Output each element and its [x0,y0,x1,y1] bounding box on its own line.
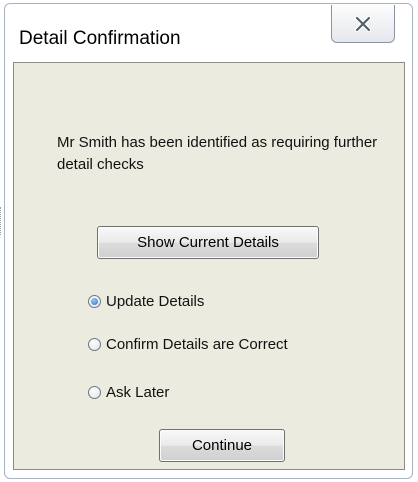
radio-confirm-details[interactable]: Confirm Details are Correct [88,334,288,354]
continue-button[interactable]: Continue [159,429,285,462]
dialog-window: Detail Confirmation Mr Smith has been id… [4,3,413,479]
radio-button-icon[interactable] [88,385,101,399]
show-current-details-button[interactable]: Show Current Details [97,226,319,259]
dialog-content: Mr Smith has been identified as requirin… [13,62,405,470]
radio-label: Update Details [106,292,205,310]
radio-selected-dot [91,297,98,305]
radio-label: Ask Later [106,383,170,401]
close-x-icon [354,15,372,32]
message-text: Mr Smith has been identified as requirin… [57,134,378,173]
radio-button-icon[interactable] [88,337,101,351]
radio-label: Confirm Details are Correct [106,335,288,353]
close-button[interactable] [331,5,395,43]
window-title: Detail Confirmation [19,28,181,49]
radio-update-details[interactable]: Update Details [88,291,204,311]
radio-ask-later[interactable]: Ask Later [88,382,169,402]
background-edge-mark [0,207,3,235]
radio-button-icon[interactable] [88,294,101,308]
title-bar[interactable]: Detail Confirmation [5,4,412,60]
